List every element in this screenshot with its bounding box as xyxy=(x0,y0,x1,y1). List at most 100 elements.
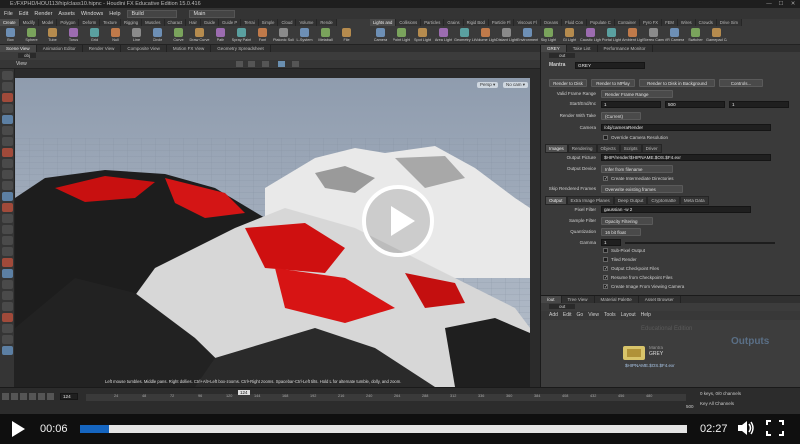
display-option-icon[interactable] xyxy=(236,61,243,67)
resume-checkpoint-checkbox[interactable]: ✓ xyxy=(603,275,608,281)
desktop-dropdown[interactable]: Build xyxy=(126,9,177,18)
pixel-filter-field[interactable]: gaussian -w 2 xyxy=(601,206,751,213)
left-tool-icon[interactable] xyxy=(2,214,13,223)
left-tool-icon[interactable] xyxy=(2,236,13,245)
left-tool-icon[interactable] xyxy=(2,258,13,267)
gamma-slider[interactable] xyxy=(625,242,775,244)
perspective-menu[interactable]: Persp ▾ xyxy=(477,82,499,88)
shelf-tab[interactable]: Guide P xyxy=(219,19,242,26)
pane-tab[interactable]: Performance Monitor xyxy=(598,45,653,52)
shelf-tool-button[interactable]: Distant Light xyxy=(496,27,517,45)
shelf-tab[interactable]: Particle Fl xyxy=(488,19,515,26)
left-tool-icon[interactable] xyxy=(2,225,13,234)
pane-tab[interactable]: Deep Output xyxy=(613,196,648,205)
pane-tab[interactable]: Objects xyxy=(596,144,620,153)
pane-tab[interactable]: Scene View xyxy=(0,45,37,52)
shelf-tab[interactable]: Oceans xyxy=(540,19,563,26)
left-tool-icon[interactable] xyxy=(2,115,13,124)
shelf-tab[interactable]: Modify xyxy=(19,19,39,26)
left-tool-icon[interactable] xyxy=(2,280,13,289)
shelf-tab[interactable]: Populate C xyxy=(587,19,615,26)
network-menu-item[interactable]: View xyxy=(588,311,599,320)
shelf-tab[interactable]: Volume xyxy=(296,19,318,26)
shelf-tool-button[interactable]: Path xyxy=(210,27,231,45)
shelf-tool-button[interactable]: Draw Curve xyxy=(189,27,210,45)
gamma-field[interactable]: 1 xyxy=(601,239,621,246)
shelf-tab[interactable]: Guide xyxy=(200,19,220,26)
context-dropdown[interactable]: Main xyxy=(188,9,235,18)
network-menu-item[interactable]: Go xyxy=(577,311,584,320)
shelf-tab[interactable]: Fluid Con xyxy=(562,19,588,26)
network-menu-item[interactable]: Help xyxy=(641,311,651,320)
output-device-menu[interactable]: Infer from filename xyxy=(601,165,673,173)
shelf-tool-button[interactable]: Portal Light xyxy=(601,27,622,45)
pane-tab[interactable]: /out xyxy=(541,296,562,303)
player-play-icon[interactable] xyxy=(10,420,26,438)
shelf-tool-button[interactable]: Area Light xyxy=(433,27,454,45)
tiled-render-checkbox[interactable] xyxy=(603,257,608,262)
node-name-field[interactable]: GREY xyxy=(575,62,645,69)
timeline-track[interactable]: 24 48 72 96 120 144 168 192 216 240 264 288 312 336 36… xyxy=(86,394,686,401)
shelf-tab[interactable]: Rigid Bod xyxy=(463,19,489,26)
render-to-mplay-button[interactable]: Render to MPlay xyxy=(591,79,635,87)
shelf-tool-button[interactable]: Torus xyxy=(63,27,84,45)
pane-tab[interactable]: Motion FX View xyxy=(167,45,212,52)
pane-tab[interactable]: Scripts xyxy=(619,144,642,153)
left-tool-icon[interactable] xyxy=(2,192,13,201)
shelf-tool-button[interactable]: Box xyxy=(0,27,21,45)
valid-frame-range-menu[interactable]: Render Frame Range xyxy=(601,90,673,98)
left-path[interactable]: obj xyxy=(18,53,37,58)
shelf-tool-button[interactable]: Font xyxy=(252,27,273,45)
shelf-tab[interactable]: Collisions xyxy=(396,19,422,26)
pane-tab[interactable]: Asset Browser xyxy=(639,296,681,303)
menu-help[interactable]: Help xyxy=(109,11,120,17)
pane-tab[interactable]: Animation Editor xyxy=(37,45,83,52)
go-start-icon[interactable] xyxy=(2,393,9,400)
shelf-tab[interactable]: Rigging xyxy=(120,19,143,26)
shelf-tab[interactable]: Lights and xyxy=(370,19,397,26)
shelf-tab[interactable]: Charact xyxy=(164,19,187,26)
shelf-tool-button[interactable]: Switcher xyxy=(685,27,706,45)
shelf-tab[interactable]: Simple xyxy=(258,19,279,26)
shelf-tab[interactable]: FEM xyxy=(662,19,678,26)
grid-icon[interactable] xyxy=(262,61,269,67)
left-tool-icon[interactable] xyxy=(2,148,13,157)
controls-button[interactable]: Controls... xyxy=(719,79,763,87)
network-menu-item[interactable]: Layout xyxy=(621,311,636,320)
shelf-tool-button[interactable]: Stereo Camera xyxy=(643,27,664,45)
left-tool-icon[interactable] xyxy=(2,71,13,80)
skip-frames-menu[interactable]: Overwrite existing frames xyxy=(601,185,683,193)
shelf-tool-button[interactable]: Sphere xyxy=(21,27,42,45)
network-menu-item[interactable]: Tools xyxy=(604,311,616,320)
step-back-icon[interactable] xyxy=(11,393,18,400)
shelf-tool-button[interactable]: Sky Light xyxy=(538,27,559,45)
override-res-checkbox[interactable] xyxy=(603,135,608,140)
start-frame-field[interactable]: 1 xyxy=(601,101,661,108)
viewport-layout-icon[interactable] xyxy=(278,61,285,67)
shelf-tool-button[interactable]: Spot Light xyxy=(412,27,433,45)
left-tool-icon[interactable] xyxy=(2,291,13,300)
menu-edit[interactable]: Edit xyxy=(19,11,28,17)
shelf-tool-button[interactable]: VR Camera xyxy=(664,27,685,45)
shelf-tool-button[interactable]: Point Light xyxy=(391,27,412,45)
step-forward-icon[interactable] xyxy=(47,393,54,400)
snap-icon[interactable] xyxy=(248,61,255,67)
viewing-camera-checkbox[interactable]: ✓ xyxy=(603,284,608,290)
pane-tab[interactable]: Geometry Spreadsheet xyxy=(211,45,271,52)
minimize-button[interactable]: — xyxy=(764,0,774,8)
left-tool-icon[interactable] xyxy=(2,159,13,168)
shelf-tab[interactable]: Create xyxy=(0,19,20,26)
pane-tab[interactable]: Cryptomatte xyxy=(647,196,680,205)
shelf-tab[interactable]: Cloud xyxy=(278,19,297,26)
menu-file[interactable]: File xyxy=(4,11,13,17)
shelf-tool-button[interactable]: Volume Light xyxy=(475,27,496,45)
play-back-icon[interactable] xyxy=(20,393,27,400)
shelf-tool-button[interactable]: Circle xyxy=(147,27,168,45)
left-tool-icon[interactable] xyxy=(2,170,13,179)
pane-tab[interactable]: Images xyxy=(545,144,568,153)
pane-tab[interactable]: Output xyxy=(545,196,567,205)
current-frame-field[interactable]: 124 xyxy=(60,393,78,400)
shelf-tab[interactable]: Model xyxy=(38,19,58,26)
shelf-tab[interactable]: Wires xyxy=(677,19,696,26)
subpixel-checkbox[interactable] xyxy=(603,248,608,253)
